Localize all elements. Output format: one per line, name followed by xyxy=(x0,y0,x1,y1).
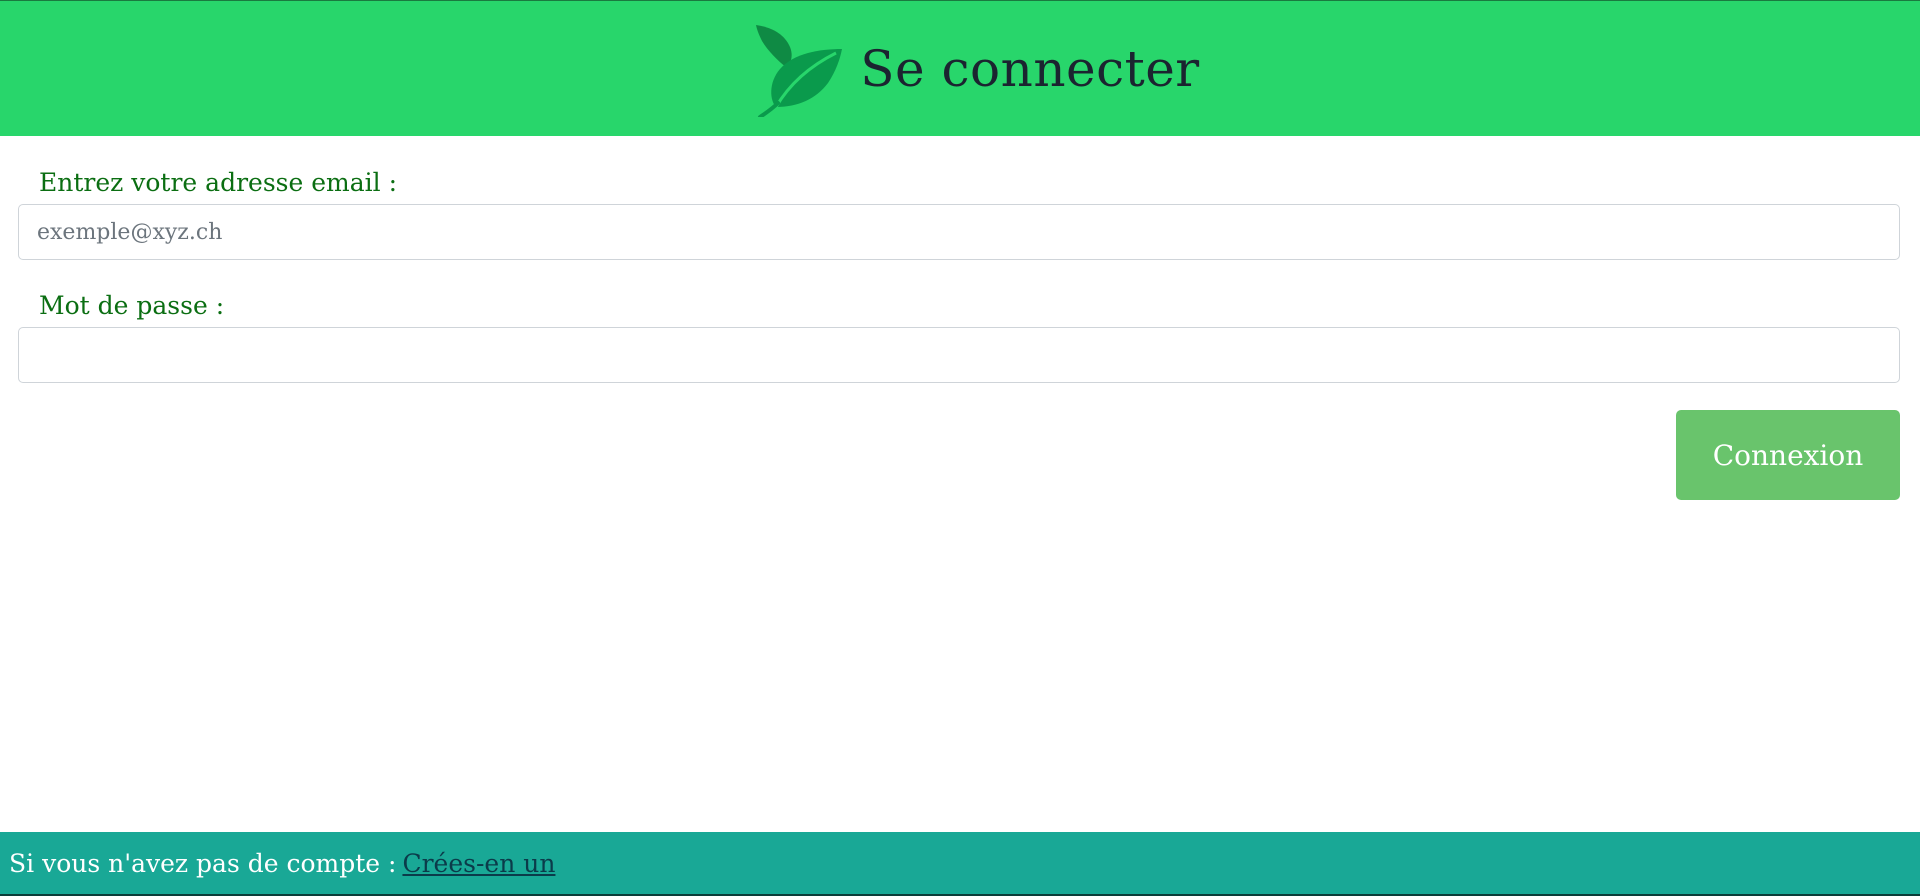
page-title: Se connecter xyxy=(860,39,1200,98)
leaf-icon xyxy=(756,24,843,117)
login-button[interactable]: Connexion xyxy=(1676,410,1900,500)
password-label: Mot de passe : xyxy=(39,291,225,320)
login-page: Se connecter Entrez votre adresse email … xyxy=(0,0,1920,896)
password-field[interactable] xyxy=(18,327,1900,383)
create-account-link[interactable]: Crées-en un xyxy=(402,849,555,878)
header-brand: Se connecter xyxy=(750,21,1199,117)
footer-text: Si vous n'avez pas de compte : xyxy=(9,848,397,878)
email-label: Entrez votre adresse email : xyxy=(39,168,397,197)
email-field[interactable] xyxy=(18,204,1900,260)
page-header: Se connecter xyxy=(0,0,1920,136)
page-footer: Si vous n'avez pas de compte : Crées-en … xyxy=(0,832,1920,896)
